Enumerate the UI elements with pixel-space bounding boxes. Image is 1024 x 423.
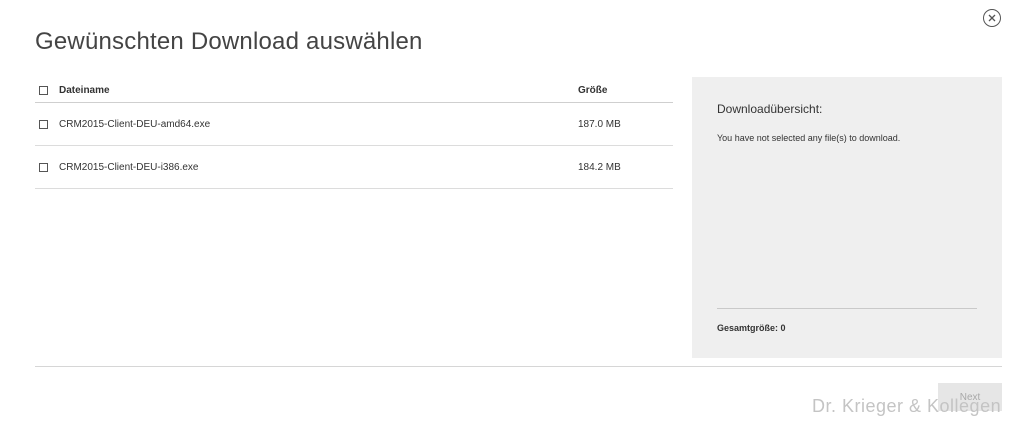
table-header: Dateiname Größe xyxy=(35,78,673,103)
summary-message: You have not selected any file(s) to dow… xyxy=(717,133,901,143)
file-table: Dateiname Größe CRM2015-Client-DEU-amd64… xyxy=(35,78,673,189)
next-button[interactable]: Next xyxy=(938,383,1002,411)
summary-divider xyxy=(717,308,977,309)
dialog-title: Gewünschten Download auswählen xyxy=(35,28,423,55)
row-checkbox[interactable] xyxy=(39,162,48,172)
total-size: Gesamtgröße: 0 xyxy=(717,323,786,333)
file-size: 187.0 MB xyxy=(578,118,621,130)
close-button[interactable] xyxy=(983,9,1001,27)
summary-title: Downloadübersicht: xyxy=(717,102,823,116)
column-header-size: Größe xyxy=(578,84,608,96)
table-row[interactable]: CRM2015-Client-DEU-amd64.exe 187.0 MB xyxy=(35,103,673,146)
table-row[interactable]: CRM2015-Client-DEU-i386.exe 184.2 MB xyxy=(35,146,673,189)
close-icon xyxy=(988,14,996,22)
file-size: 184.2 MB xyxy=(578,161,621,173)
row-checkbox[interactable] xyxy=(39,119,48,129)
download-summary-panel: Downloadübersicht: You have not selected… xyxy=(692,77,1002,358)
select-all-checkbox[interactable] xyxy=(39,85,48,95)
footer-divider xyxy=(35,366,1002,367)
